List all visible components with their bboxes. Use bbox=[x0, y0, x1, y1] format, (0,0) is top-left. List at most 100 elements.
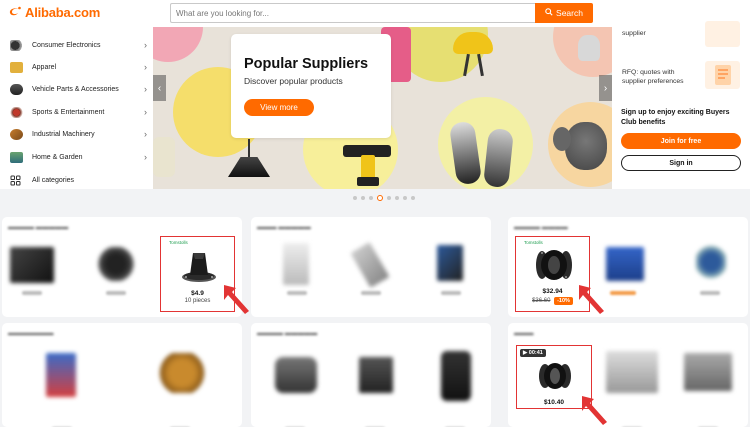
product-tile[interactable] bbox=[600, 239, 650, 299]
card-title-blurred: ▬▬▬▬▬▬▬ bbox=[8, 330, 54, 337]
banner-next-button[interactable]: › bbox=[599, 75, 612, 101]
chevron-right-icon: › bbox=[603, 82, 608, 94]
card-title-blurred: ▬▬▬ bbox=[514, 330, 534, 337]
product-tile[interactable] bbox=[680, 345, 736, 415]
grid-icon bbox=[10, 175, 23, 186]
price-blurred bbox=[441, 291, 461, 295]
product-image bbox=[359, 357, 393, 393]
chevron-right-icon: › bbox=[144, 62, 147, 72]
carousel-dot[interactable] bbox=[411, 196, 415, 200]
category-industrial-machinery[interactable]: Industrial Machinery › bbox=[10, 124, 147, 144]
product-tile[interactable] bbox=[351, 345, 401, 415]
category-sports[interactable]: Sports & Entertainment › bbox=[10, 102, 147, 122]
carousel-dot-active[interactable] bbox=[377, 195, 383, 201]
product-image bbox=[437, 245, 463, 281]
category-apparel[interactable]: Apparel › bbox=[10, 57, 147, 77]
chevron-right-icon: › bbox=[144, 40, 147, 50]
price-blurred bbox=[610, 291, 636, 295]
product-tile[interactable] bbox=[92, 239, 142, 299]
price-blurred bbox=[361, 291, 381, 295]
product-tag: Tomstolls bbox=[169, 240, 188, 245]
category-label: Sports & Entertainment bbox=[32, 108, 105, 116]
card-title-blurred: ▬▬▬ ▬▬▬▬▬ bbox=[257, 224, 311, 231]
carousel-dot[interactable] bbox=[361, 196, 365, 200]
view-more-button[interactable]: View more bbox=[244, 99, 314, 116]
category-label: Apparel bbox=[32, 63, 57, 71]
logo-text: Alibaba.com bbox=[25, 4, 101, 20]
panel-item-supplier[interactable]: supplier bbox=[622, 29, 646, 38]
shirt-icon bbox=[10, 61, 23, 73]
carousel-dot[interactable] bbox=[403, 196, 407, 200]
chair-image bbox=[453, 32, 493, 54]
price-blurred bbox=[287, 291, 307, 295]
category-label: Home & Garden bbox=[32, 153, 83, 161]
search-button[interactable]: Search bbox=[535, 3, 593, 23]
supplier-thumb-icon bbox=[705, 21, 740, 47]
category-label: All categories bbox=[32, 176, 75, 184]
search-input[interactable] bbox=[170, 3, 535, 23]
panel-item-rfq[interactable]: RFQ: quotes with supplier preferences bbox=[622, 68, 684, 86]
lamp-image bbox=[228, 157, 270, 177]
carousel-dots bbox=[353, 195, 415, 201]
carousel-dot[interactable] bbox=[395, 196, 399, 200]
machinery-icon bbox=[10, 128, 23, 140]
product-image bbox=[696, 245, 726, 279]
product-image bbox=[10, 247, 54, 283]
product-tile[interactable] bbox=[686, 239, 736, 299]
hero-banner[interactable]: ‹ › Popular Suppliers Discover popular p… bbox=[153, 27, 612, 189]
alibaba-logo-icon bbox=[7, 4, 23, 20]
lamp-cord bbox=[248, 139, 250, 159]
elephant-ear bbox=[553, 127, 571, 151]
product-tile[interactable] bbox=[431, 345, 481, 415]
drill-handle bbox=[361, 155, 375, 179]
card-title-blurred: ▬▬▬▬ ▬▬▬▬▬ bbox=[8, 224, 69, 231]
category-label: Consumer Electronics bbox=[32, 41, 101, 49]
chevron-right-icon: › bbox=[144, 107, 147, 117]
product-tile[interactable] bbox=[8, 239, 58, 299]
product-tile[interactable] bbox=[156, 345, 206, 415]
carousel-dot[interactable] bbox=[387, 196, 391, 200]
category-all[interactable]: All categories bbox=[10, 170, 147, 190]
product-tile[interactable] bbox=[604, 345, 660, 415]
video-duration-badge: ▶ 00:41 bbox=[520, 349, 546, 357]
product-image bbox=[350, 242, 390, 288]
chevron-right-icon: › bbox=[144, 152, 147, 162]
rubber-flange-image bbox=[182, 253, 216, 282]
card-title-blurred: ▬▬▬▬ ▬▬▬▬ bbox=[514, 224, 568, 231]
product-card-4[interactable]: ▬▬▬▬▬▬▬ bbox=[2, 323, 242, 427]
sign-in-button[interactable]: Sign in bbox=[621, 155, 741, 171]
product-card-1[interactable]: ▬▬▬▬ ▬▬▬▬▬ Tomstolls $4.9 10 pieces bbox=[2, 217, 242, 317]
kettle-image bbox=[578, 35, 600, 61]
sports-icon bbox=[10, 106, 23, 118]
header: Alibaba.com Search bbox=[0, 0, 750, 27]
product-tile[interactable] bbox=[427, 239, 477, 299]
promo-title: Popular Suppliers bbox=[244, 56, 369, 72]
rfq-line-1: RFQ: quotes with bbox=[622, 69, 675, 76]
banner-prev-button[interactable]: ‹ bbox=[153, 75, 166, 101]
search-bar: Search bbox=[170, 3, 593, 23]
logo[interactable]: Alibaba.com bbox=[7, 4, 100, 20]
banner-decor bbox=[153, 27, 203, 62]
product-image bbox=[606, 247, 644, 281]
category-label: Industrial Machinery bbox=[32, 130, 95, 138]
product-tile[interactable] bbox=[271, 345, 321, 415]
elephant-toy-image bbox=[565, 122, 607, 170]
product-image bbox=[46, 353, 76, 397]
carousel-dot[interactable] bbox=[353, 196, 357, 200]
product-card-6[interactable]: ▬▬▬ ▶ 00:41 $10.40 bbox=[508, 323, 748, 427]
rubber-expansion-joint-image bbox=[539, 363, 571, 389]
category-home-garden[interactable]: Home & Garden › bbox=[10, 147, 147, 167]
carousel-dot[interactable] bbox=[369, 196, 373, 200]
rfq-line-2: supplier preferences bbox=[622, 78, 684, 85]
play-icon: ▶ bbox=[523, 350, 528, 356]
product-tile[interactable] bbox=[347, 239, 397, 299]
category-consumer-electronics[interactable]: Consumer Electronics › bbox=[10, 35, 147, 55]
product-card-3[interactable]: ▬▬▬▬ ▬▬▬▬ Tomstolls $32.94 $36.60 -10% bbox=[508, 217, 748, 317]
product-card-2[interactable]: ▬▬▬ ▬▬▬▬▬ bbox=[251, 217, 491, 317]
join-for-free-button[interactable]: Join for free bbox=[621, 133, 741, 149]
category-vehicle-parts[interactable]: Vehicle Parts & Accessories › bbox=[10, 79, 147, 99]
product-tile[interactable] bbox=[38, 345, 88, 415]
product-card-5[interactable]: ▬▬▬▬ ▬▬▬▬▬ bbox=[251, 323, 491, 427]
product-tile[interactable] bbox=[273, 239, 323, 299]
buyers-club-panel: supplier RFQ: quotes with supplier prefe… bbox=[612, 21, 750, 189]
